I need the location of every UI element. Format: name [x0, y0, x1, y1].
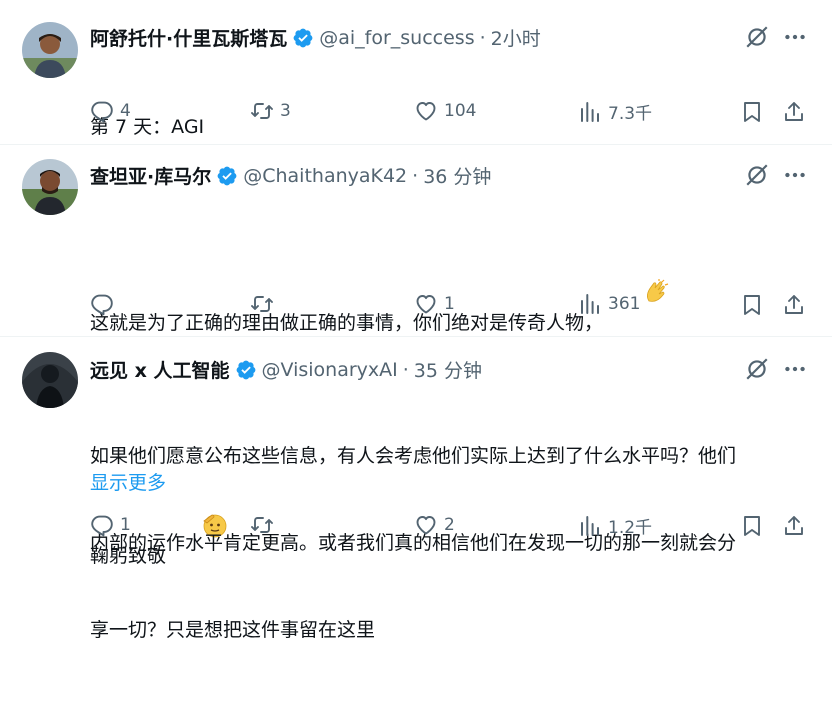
- more-icon[interactable]: [782, 356, 808, 382]
- bookmark-icon[interactable]: [740, 100, 764, 124]
- retweet-count: 3: [280, 101, 291, 121]
- retweet-icon: [250, 99, 274, 123]
- reply-icon: [90, 292, 114, 316]
- tweet[interactable]: 查坦亚·库马尔 @ChaithanyaK42 · 36 分钟 这就是为了正确的理…: [0, 145, 832, 567]
- like-count: 1: [444, 294, 455, 314]
- clapping-hands-emoji: [607, 250, 669, 302]
- tweet[interactable]: 远见 x 人工智能 @VisionaryxAI · 35 分钟 如果他们愿意公布…: [0, 337, 832, 641]
- share-icon[interactable]: [782, 100, 806, 124]
- like-button[interactable]: 104: [414, 99, 476, 123]
- views-count: 1.2千: [608, 518, 653, 538]
- heart-icon: [414, 99, 438, 123]
- user-handle[interactable]: @VisionaryxAI: [262, 359, 398, 381]
- user-handle[interactable]: @ChaithanyaK42: [243, 165, 407, 187]
- grok-icon[interactable]: [744, 162, 770, 188]
- reply-count: 1: [120, 515, 131, 535]
- tweet[interactable]: 阿舒托什·什里瓦斯塔瓦 @ai_for_success · 2小时 第 7 天：…: [0, 0, 832, 145]
- timestamp[interactable]: 36 分钟: [423, 162, 491, 189]
- like-count: 104: [444, 101, 477, 121]
- grok-icon[interactable]: [744, 24, 770, 50]
- bookmark-icon[interactable]: [740, 514, 764, 538]
- avatar[interactable]: [22, 352, 78, 408]
- views-icon: [578, 100, 602, 124]
- display-name[interactable]: 阿舒托什·什里瓦斯塔瓦: [90, 24, 287, 51]
- retweet-button[interactable]: [250, 292, 280, 316]
- share-icon[interactable]: [782, 514, 806, 538]
- reply-button[interactable]: 1: [90, 513, 131, 537]
- more-icon[interactable]: [782, 24, 808, 50]
- views-button[interactable]: 361: [578, 292, 640, 316]
- views-button[interactable]: 7.3千: [578, 99, 652, 124]
- tweet-text-line: 如果他们愿意公布这些信息，有人会考虑他们实际上达到了什么水平吗？他们: [90, 445, 737, 467]
- action-bar: 4 3 104 7.3千: [0, 99, 832, 125]
- reply-count: 4: [120, 101, 131, 121]
- verified-badge-icon: [292, 27, 314, 49]
- retweet-icon: [250, 513, 274, 537]
- display-name[interactable]: 查坦亚·库马尔: [90, 162, 211, 189]
- verified-badge-icon: [235, 359, 257, 381]
- timestamp[interactable]: 35 分钟: [414, 356, 482, 383]
- heart-icon: [414, 292, 438, 316]
- retweet-icon: [250, 292, 274, 316]
- like-button[interactable]: 1: [414, 292, 455, 316]
- separator-dot: ·: [412, 164, 419, 187]
- retweet-button[interactable]: 3: [250, 99, 291, 123]
- heart-icon: [414, 513, 438, 537]
- bookmark-icon[interactable]: [740, 293, 764, 317]
- reply-icon: [90, 513, 114, 537]
- reply-button[interactable]: 4: [90, 99, 131, 123]
- verified-badge-icon: [216, 165, 238, 187]
- tweet-text: 如果他们愿意公布这些信息，有人会考虑他们实际上达到了什么水平吗？他们 内部的运作…: [90, 384, 736, 703]
- reply-button[interactable]: [90, 292, 120, 316]
- like-count: 2: [444, 515, 455, 535]
- more-icon[interactable]: [782, 162, 808, 188]
- tweet-text-line: 享一切？只是想把这件事留在这里: [90, 619, 376, 641]
- reply-icon: [90, 99, 114, 123]
- retweet-button[interactable]: [250, 513, 280, 537]
- avatar[interactable]: [22, 159, 78, 215]
- views-count: 361: [608, 294, 641, 314]
- avatar[interactable]: [22, 22, 78, 78]
- show-more-link[interactable]: 显示更多: [90, 468, 166, 495]
- views-button[interactable]: 1.2千: [578, 513, 652, 538]
- share-icon[interactable]: [782, 293, 806, 317]
- like-button[interactable]: 2: [414, 513, 455, 537]
- display-name[interactable]: 远见 x 人工智能: [90, 356, 230, 383]
- separator-dot: ·: [402, 358, 409, 381]
- action-bar: 1 361: [0, 292, 832, 318]
- user-handle[interactable]: @ai_for_success: [319, 27, 474, 49]
- grok-icon[interactable]: [744, 356, 770, 382]
- views-icon: [578, 514, 602, 538]
- views-icon: [578, 292, 602, 316]
- timestamp[interactable]: 2小时: [491, 24, 541, 51]
- separator-dot: ·: [479, 26, 486, 49]
- action-bar: 1 2 1.2千: [0, 513, 832, 539]
- views-count: 7.3千: [608, 104, 653, 124]
